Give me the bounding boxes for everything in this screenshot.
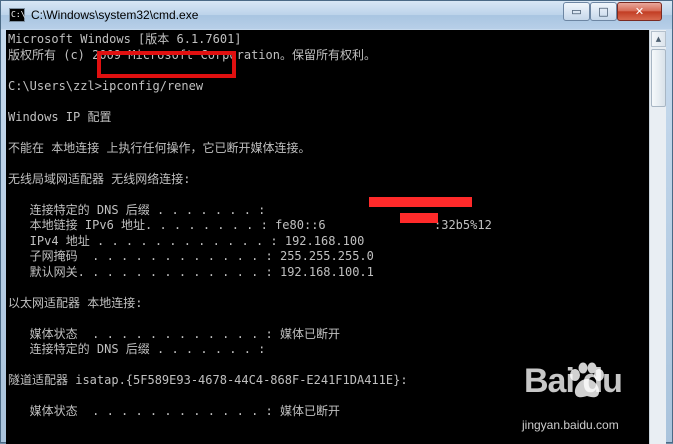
scroll-up-arrow-icon[interactable]: ▲ <box>651 31 666 47</box>
maximize-button[interactable]: □ <box>590 2 617 21</box>
console-line: Microsoft Windows [版本 6.1.7601] <box>8 32 242 46</box>
redaction-bar-ipv6 <box>369 197 472 207</box>
console-line: 媒体状态 . . . . . . . . . . . . : 媒体已断开 <box>8 404 340 418</box>
console-line: 以太网适配器 本地连接: <box>8 295 143 310</box>
close-button[interactable]: ✕ <box>617 2 662 21</box>
redaction-bar-ipv4 <box>400 213 438 223</box>
title-bar[interactable]: C:\ C:\Windows\system32\cmd.exe ▭ □ ✕ <box>1 1 672 29</box>
scrollbar-thumb[interactable] <box>651 49 666 107</box>
console-line: 连接特定的 DNS 后缀 . . . . . . . : <box>8 342 266 356</box>
console-line: 子网掩码 . . . . . . . . . . . . : 255.255.2… <box>8 249 374 263</box>
console-lines: Microsoft Windows [版本 6.1.7601] 版权所有 (c)… <box>8 32 492 420</box>
baidu-watermark: Bai du jingyan.baidu.com <box>520 356 670 438</box>
console-line: 隧道适配器 isatap.{5F589E93-4678-44C4-868F-E2… <box>8 373 408 387</box>
cmd-app-icon[interactable]: C:\ <box>9 8 25 22</box>
console-line: IPv4 地址 . . . . . . . . . . . . : 192.16… <box>8 233 365 248</box>
baidu-paw-icon <box>570 362 604 398</box>
console-line: 版权所有 (c) 2009 Microsoft Corporation。保留所有… <box>8 47 376 62</box>
baidu-site-text: jingyan.baidu.com <box>522 418 619 432</box>
window-title: C:\Windows\system32\cmd.exe <box>31 8 199 22</box>
command-highlight-box <box>97 51 236 78</box>
console-line: 默认网关. . . . . . . . . . . . . : 192.168.… <box>8 264 374 279</box>
command-line: C:\Users\zzl>ipconfig/renew <box>8 78 204 93</box>
console-line: 无线局域网适配器 无线网络连接: <box>8 171 191 186</box>
minimize-button[interactable]: ▭ <box>563 2 590 21</box>
console-line: 媒体状态 . . . . . . . . . . . . : 媒体已断开 <box>8 326 340 341</box>
console-line: Windows IP 配置 <box>8 109 112 124</box>
console-line: 不能在 本地连接 上执行任何操作，它已断开媒体连接。 <box>8 140 311 155</box>
